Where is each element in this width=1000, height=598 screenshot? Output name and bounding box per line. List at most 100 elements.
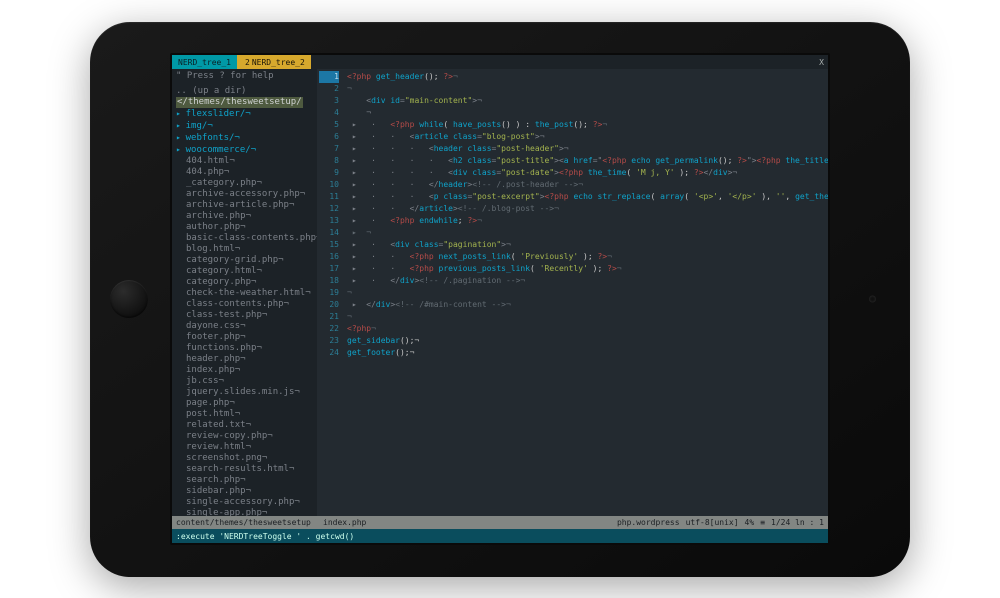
- nerdtree-file[interactable]: category.html¬: [176, 266, 314, 277]
- line-number: 16: [319, 251, 339, 263]
- tab-bar: NERD_tree_1 2 NERD_tree_2 X: [172, 55, 828, 69]
- status-left-path: content/themes/thesweetsetup: [176, 518, 311, 527]
- nerdtree-file[interactable]: search-results.html¬: [176, 464, 314, 475]
- code-line[interactable]: ▸ · <?php endwhile; ?>¬: [347, 215, 824, 227]
- nerdtree-file[interactable]: footer.php¬: [176, 332, 314, 343]
- code-line[interactable]: ▸ · · <article class="blog-post">¬: [347, 131, 824, 143]
- nerdtree-file[interactable]: 404.php¬: [176, 167, 314, 178]
- nerdtree-file[interactable]: basic-class-contents.php¬: [176, 233, 314, 244]
- nerdtree-file[interactable]: single-app.php¬: [176, 508, 314, 516]
- code-line[interactable]: ▸ · · </article><!-- /.blog-post -->¬: [347, 203, 824, 215]
- line-number: 15: [319, 239, 339, 251]
- nerdtree-file[interactable]: index.php¬: [176, 365, 314, 376]
- code-line[interactable]: ▸ · <div class="pagination">¬: [347, 239, 824, 251]
- code-line[interactable]: ¬: [347, 107, 824, 119]
- line-number: 21: [319, 311, 339, 323]
- nerdtree-dir[interactable]: webfonts/¬: [176, 132, 314, 144]
- tab-nerdtree-2[interactable]: 2 NERD_tree_2: [237, 55, 311, 69]
- home-button[interactable]: [110, 280, 148, 318]
- status-percent: 4%: [745, 518, 755, 527]
- nerdtree-file[interactable]: review-copy.php¬: [176, 431, 314, 442]
- line-number: 13: [319, 215, 339, 227]
- code-line[interactable]: ¬: [347, 311, 824, 323]
- nerdtree-file[interactable]: header.php¬: [176, 354, 314, 365]
- nerdtree-file[interactable]: review.html¬: [176, 442, 314, 453]
- line-number: 5: [319, 119, 339, 131]
- line-number: 14: [319, 227, 339, 239]
- code-line[interactable]: <?php get_header(); ?>¬: [347, 71, 824, 83]
- ipad-frame: NERD_tree_1 2 NERD_tree_2 X " Press ? fo…: [90, 22, 910, 577]
- nerdtree-panel[interactable]: " Press ? for help .. (up a dir) </theme…: [172, 69, 317, 516]
- nerdtree-file[interactable]: class-contents.php¬: [176, 299, 314, 310]
- nerdtree-file[interactable]: _category.php¬: [176, 178, 314, 189]
- nerdtree-file[interactable]: author.php¬: [176, 222, 314, 233]
- nerdtree-dir[interactable]: img/¬: [176, 120, 314, 132]
- nerdtree-file[interactable]: 404.html¬: [176, 156, 314, 167]
- line-number: 6: [319, 131, 339, 143]
- line-number: 20: [319, 299, 339, 311]
- nerdtree-file[interactable]: category-grid.php¬: [176, 255, 314, 266]
- line-number: 7: [319, 143, 339, 155]
- terminal-screen: NERD_tree_1 2 NERD_tree_2 X " Press ? fo…: [170, 53, 830, 545]
- code-line[interactable]: ▸ · · · <p class="post-excerpt"><?php ec…: [347, 191, 824, 203]
- nerdtree-root-label: </themes/thesweetsetup/: [176, 97, 303, 108]
- command-line[interactable]: :execute 'NERDTreeToggle ' . getcwd(): [172, 529, 828, 543]
- close-icon[interactable]: X: [819, 55, 824, 69]
- tab-label: NERD_tree_2: [252, 58, 305, 67]
- nerdtree-file[interactable]: related.txt¬: [176, 420, 314, 431]
- nerdtree-file[interactable]: dayone.css¬: [176, 321, 314, 332]
- code-line[interactable]: ▸ · </div><!-- /.pagination -->¬: [347, 275, 824, 287]
- nerdtree-file[interactable]: screenshot.png¬: [176, 453, 314, 464]
- nerdtree-file[interactable]: archive-article.php¬: [176, 200, 314, 211]
- status-main: index.php php.wordpress utf-8[unix] 4% ≡…: [319, 516, 828, 529]
- nerdtree-file[interactable]: blog.html¬: [176, 244, 314, 255]
- code-line[interactable]: ▸ · · · · <h2 class="post-title"><a href…: [347, 155, 824, 167]
- code-line[interactable]: get_sidebar();¬: [347, 335, 824, 347]
- nerdtree-file[interactable]: class-test.php¬: [176, 310, 314, 321]
- line-number: 17: [319, 263, 339, 275]
- nerdtree-file[interactable]: archive.php¬: [176, 211, 314, 222]
- code-line[interactable]: ▸ </div><!-- /#main-content -->¬: [347, 299, 824, 311]
- nerdtree-file[interactable]: jb.css¬: [176, 376, 314, 387]
- code-line[interactable]: <div id="main-content">¬: [347, 95, 824, 107]
- nerdtree-file[interactable]: check-the-weather.html¬: [176, 288, 314, 299]
- line-number: 1: [319, 71, 339, 83]
- code-line[interactable]: ▸ · · · <header class="post-header">¬: [347, 143, 824, 155]
- editor-pane[interactable]: 123456789101112131415161718192021222324 …: [317, 69, 828, 516]
- code-line[interactable]: ▸ · · <?php next_posts_link( 'Previously…: [347, 251, 824, 263]
- status-file: index.php: [323, 518, 366, 527]
- status-nerdtree: content/themes/thesweetsetup: [172, 516, 319, 529]
- nerdtree-file[interactable]: archive-accessory.php¬: [176, 189, 314, 200]
- line-number: 4: [319, 107, 339, 119]
- nerdtree-file[interactable]: search.php¬: [176, 475, 314, 486]
- code-line[interactable]: ▸ · · · · <div class="post-date"><?php t…: [347, 167, 824, 179]
- tab-nerdtree-1[interactable]: NERD_tree_1: [172, 55, 237, 69]
- code-line[interactable]: get_footer();¬: [347, 347, 824, 359]
- code-line[interactable]: <?php¬: [347, 323, 824, 335]
- line-number: 12: [319, 203, 339, 215]
- nerdtree-dir[interactable]: woocommerce/¬: [176, 144, 314, 156]
- nerdtree-root[interactable]: </themes/thesweetsetup/: [176, 97, 314, 108]
- code-area[interactable]: <?php get_header(); ?>¬¬ <div id="main-c…: [343, 69, 828, 516]
- split-panes: " Press ? for help .. (up a dir) </theme…: [172, 69, 828, 516]
- nerdtree-file[interactable]: jquery.slides.min.js¬: [176, 387, 314, 398]
- code-line[interactable]: ¬: [347, 83, 824, 95]
- code-line[interactable]: ▸ ¬: [347, 227, 824, 239]
- nerdtree-dir[interactable]: flexslider/¬: [176, 108, 314, 120]
- nerdtree-file[interactable]: category.php¬: [176, 277, 314, 288]
- code-line[interactable]: ▸ · · · </header><!-- /.post-header -->¬: [347, 179, 824, 191]
- line-number: 22: [319, 323, 339, 335]
- nerdtree-file[interactable]: functions.php¬: [176, 343, 314, 354]
- line-number: 9: [319, 167, 339, 179]
- nerdtree-file[interactable]: post.html¬: [176, 409, 314, 420]
- nerdtree-file[interactable]: page.php¬: [176, 398, 314, 409]
- nerdtree-updir[interactable]: .. (up a dir): [176, 86, 314, 97]
- line-gutter: 123456789101112131415161718192021222324: [317, 69, 343, 516]
- nerdtree-file[interactable]: single-accessory.php¬: [176, 497, 314, 508]
- nerdtree-file[interactable]: sidebar.php¬: [176, 486, 314, 497]
- line-number: 3: [319, 95, 339, 107]
- code-line[interactable]: ▸ · · <?php previous_posts_link( 'Recent…: [347, 263, 824, 275]
- code-line[interactable]: ▸ · <?php while( have_posts() ) : the_po…: [347, 119, 824, 131]
- line-number: 11: [319, 191, 339, 203]
- code-line[interactable]: ¬: [347, 287, 824, 299]
